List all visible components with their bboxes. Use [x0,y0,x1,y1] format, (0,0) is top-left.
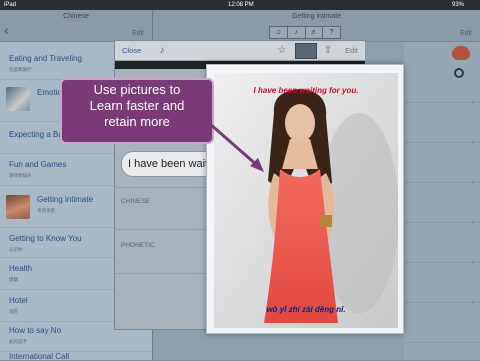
left-nav-title: Chinese [63,13,89,20]
category-title: How to say No [9,326,62,335]
close-button[interactable]: Close [122,46,141,55]
right-edit-button[interactable]: Edit [460,30,472,37]
clock: 12:08 PM [228,2,254,8]
woman-photo-illustration [214,73,398,328]
card-toolbar: Close ♪ ☆ ⇧ Edit [115,41,365,61]
chevron-right-icon: › [471,297,474,306]
list-divider [404,142,480,143]
list-divider [404,262,480,263]
share-icon[interactable]: ⇧ [321,44,335,58]
speaker-icon[interactable]: ♫ [270,27,288,38]
category-subtitle: 吃饭和旅行 [9,67,32,72]
speaker-icon[interactable]: ♪ [155,44,169,58]
phonetic-label: PHONETIC [121,242,155,249]
photo-caption: I have been waiting for you. [253,86,359,95]
status-bar: iPad 12:08 PM 93% [0,0,480,10]
back-arrow-icon[interactable]: ‹ [4,23,9,37]
promo-callout: Use pictures to Learn faster and retain … [60,78,214,144]
category-title: Fun and Games [9,160,67,169]
toolbar-segment: ♫ ♪ ♬ ? [269,26,341,39]
search-icon[interactable] [454,68,464,78]
category-title: Health [9,264,33,273]
category-subtitle: 酒店 [9,309,18,314]
category-thumbnail [6,87,30,111]
callout-line-2: Learn faster and [89,98,185,113]
category-subtitle: 认识你 [9,247,23,252]
phrase-photo-popup[interactable]: I have been waiting for you. wǒ yī zhí z… [206,64,404,334]
chinese-label: CHINESE [121,198,150,205]
callout-line-3: retain more [104,114,170,129]
list-divider [404,182,480,183]
category-title: Getting intimate [37,195,94,204]
list-item[interactable]: International Call [0,352,152,361]
category-title: Hotel [9,296,28,305]
chevron-right-icon: › [471,177,474,186]
category-subtitle: 健康 [9,277,18,282]
list-divider [404,302,480,303]
record-icon[interactable]: ♬ [306,27,324,38]
photo-phonetic: wǒ yī zhí zài děng nǐ. [266,305,346,314]
list-divider [404,222,480,223]
chevron-right-icon: › [471,137,474,146]
chevron-right-icon: › [471,217,474,226]
phrase-list-strip: › › › › › › [404,42,480,360]
chevron-right-icon: › [471,97,474,106]
battery-label: 93% [452,2,465,8]
list-divider [404,102,480,103]
brain-icon[interactable] [452,46,470,60]
left-nav-bar: Chinese ‹ Edit [0,10,152,42]
phrase-photo: I have been waiting for you. wǒ yī zhí z… [214,73,398,328]
category-title: Eating and Traveling [9,54,82,63]
left-edit-button[interactable]: Edit [132,30,144,37]
question-icon[interactable]: ? [323,27,340,38]
photo-icon[interactable] [295,43,317,59]
category-title: Getting to Know You [9,234,82,243]
chevron-right-icon: › [471,257,474,266]
list-divider [404,342,480,343]
callout-line-1: Use pictures to [93,82,181,97]
right-nav-bar: Getting intimate ♫ ♪ ♬ ? Edit [153,10,480,42]
category-thumbnail [6,195,30,219]
category-subtitle: 游戏和娱乐 [9,173,32,178]
speaker-slow-icon[interactable]: ♪ [288,27,306,38]
star-icon[interactable]: ☆ [275,44,289,58]
carrier-label: iPad [4,2,17,8]
callout-arrow [209,122,264,172]
right-nav-title: Getting intimate [291,13,342,20]
card-edit-button[interactable]: Edit [345,46,358,55]
category-subtitle: 亲热亲密 [37,208,55,213]
category-subtitle: 如何说不 [9,339,27,344]
